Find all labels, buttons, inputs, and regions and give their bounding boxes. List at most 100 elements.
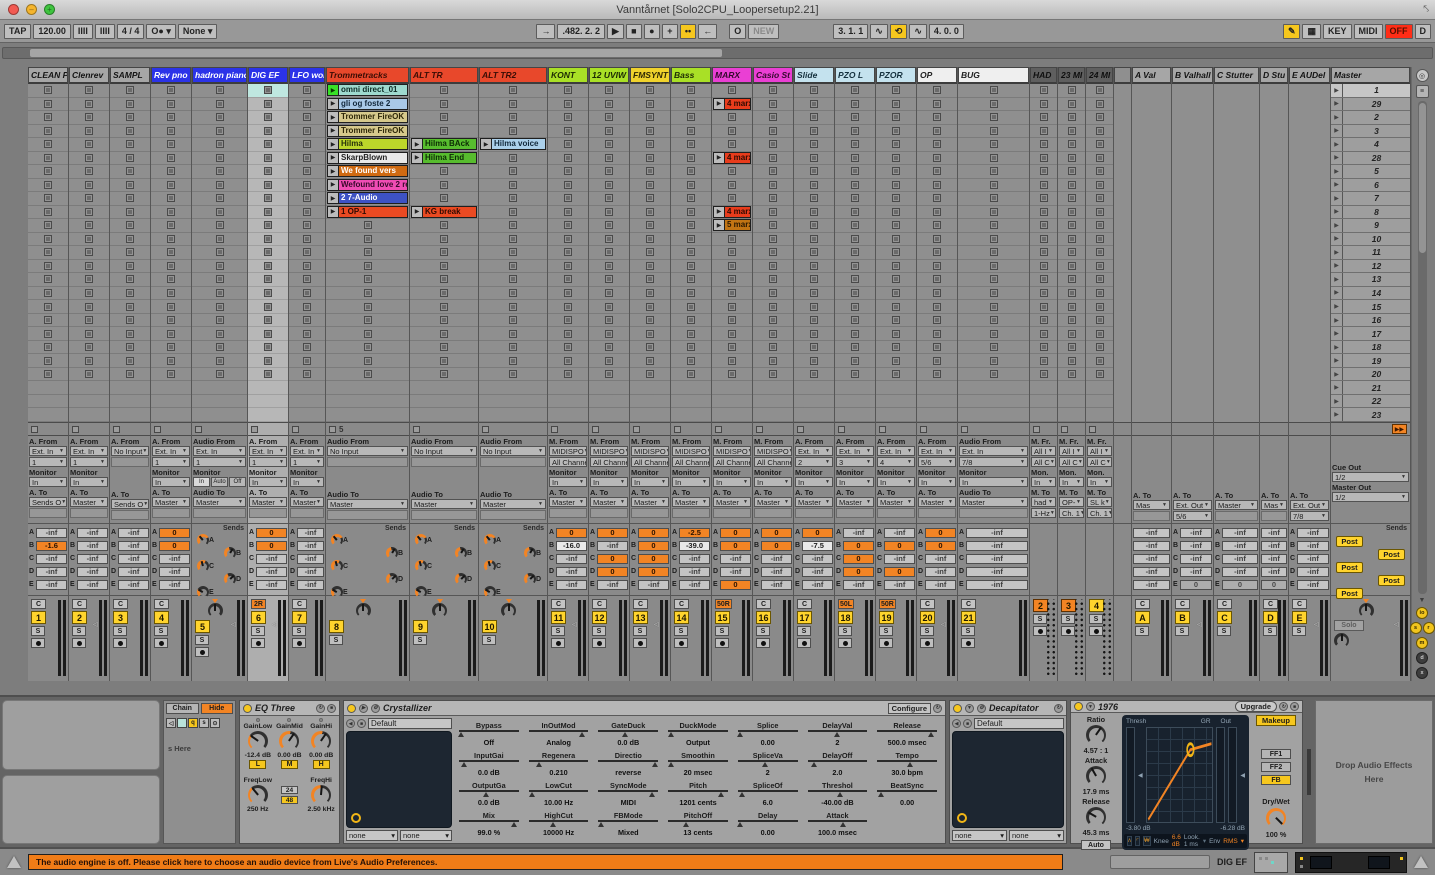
clip-slot[interactable] xyxy=(835,125,875,139)
param-value[interactable]: 2.0 xyxy=(832,768,842,777)
clip-slot[interactable] xyxy=(794,192,834,206)
send-amount[interactable]: -inf xyxy=(1297,541,1329,551)
clip-stop-button[interactable] xyxy=(769,330,777,338)
clip-stop-button[interactable] xyxy=(933,194,941,202)
clip-stop-button[interactable] xyxy=(892,303,900,311)
cue-post-button[interactable]: Post xyxy=(1336,536,1363,547)
clip-stop-button[interactable] xyxy=(44,275,52,283)
quantize-menu[interactable]: None ▾ xyxy=(178,24,218,39)
loop-button[interactable]: ⟲ xyxy=(890,24,908,39)
clip-stop-button[interactable] xyxy=(264,221,272,229)
clip-slot[interactable] xyxy=(753,273,793,287)
clip-slot[interactable] xyxy=(69,206,109,220)
param-slider-handle[interactable] xyxy=(811,762,817,767)
clip-stop-button[interactable] xyxy=(85,316,93,324)
pan-control[interactable]: 50L xyxy=(838,599,854,609)
clip-slot[interactable] xyxy=(28,246,68,260)
track-activator[interactable]: 16 xyxy=(756,611,771,624)
clip-stop-button[interactable] xyxy=(851,248,859,256)
clip-slot[interactable] xyxy=(69,125,109,139)
clip-stop-button[interactable] xyxy=(687,100,695,108)
send-amount[interactable]: -inf xyxy=(966,567,1028,577)
send-amount[interactable]: 0 xyxy=(597,567,628,577)
clip-slot[interactable] xyxy=(326,341,409,355)
solo-button[interactable]: S xyxy=(920,626,934,636)
clip-slot[interactable] xyxy=(151,165,191,179)
clip-slot[interactable] xyxy=(192,84,247,98)
clip-stop-button[interactable] xyxy=(440,316,448,324)
clip-slot[interactable] xyxy=(1030,98,1057,112)
threshold-meter[interactable] xyxy=(1126,727,1135,823)
clip-stop-button[interactable] xyxy=(1068,330,1076,338)
clip-slot[interactable] xyxy=(548,246,588,260)
track-activator[interactable]: 12 xyxy=(592,611,607,624)
solo-button[interactable]: S xyxy=(715,626,729,636)
scene-row[interactable]: ▶19 xyxy=(1331,354,1410,368)
clip-stop-button[interactable] xyxy=(1040,181,1048,189)
clip-slot[interactable] xyxy=(753,125,793,139)
clip[interactable]: ▶Hilma BAck xyxy=(411,138,477,150)
send-amount[interactable]: -inf xyxy=(802,554,833,564)
clip-stop-button[interactable] xyxy=(167,208,175,216)
threshold-value[interactable]: -3.80 dB xyxy=(1126,825,1151,832)
stop-all-clips-button[interactable] xyxy=(551,426,558,433)
clip-slot[interactable] xyxy=(548,192,588,206)
stop-all-clips-button[interactable]: ▶▶ xyxy=(1392,424,1407,434)
clip-slot[interactable] xyxy=(28,233,68,247)
clip-slot[interactable] xyxy=(1086,246,1113,260)
clip-launch-button[interactable]: ▶ xyxy=(481,139,492,149)
clip-stop-button[interactable] xyxy=(509,127,517,135)
clip-slot[interactable] xyxy=(192,111,247,125)
clip-stop-button[interactable] xyxy=(509,86,517,94)
arm-button[interactable] xyxy=(195,647,209,657)
clip-slot[interactable] xyxy=(1058,327,1085,341)
clip-slot[interactable]: ▶SkarpBlown xyxy=(326,152,409,166)
clip-stop-button[interactable] xyxy=(892,370,900,378)
clip-stop-button[interactable] xyxy=(810,86,818,94)
clip-slot[interactable] xyxy=(289,300,325,314)
clip-slot[interactable] xyxy=(589,273,629,287)
key-map-button[interactable]: KEY xyxy=(1323,24,1352,39)
clip-stop-button[interactable] xyxy=(728,248,736,256)
clip-slot[interactable] xyxy=(835,111,875,125)
clip-stop-button[interactable] xyxy=(44,303,52,311)
clip-slot[interactable] xyxy=(794,368,834,382)
clip-stop-button[interactable] xyxy=(1068,343,1076,351)
show-mixer-toggle[interactable]: m xyxy=(1416,637,1428,649)
clip-slot[interactable] xyxy=(410,125,478,139)
clip-slot[interactable] xyxy=(479,152,547,166)
clip-slot[interactable] xyxy=(794,206,834,220)
clip-stop-button[interactable] xyxy=(605,248,613,256)
clip-slot[interactable] xyxy=(589,368,629,382)
slope-48-button[interactable]: 48 xyxy=(281,796,298,804)
clip-slot[interactable] xyxy=(1030,260,1057,274)
clip-stop-button[interactable] xyxy=(216,357,224,365)
clip-stop-button[interactable] xyxy=(1096,316,1104,324)
param-slider-handle[interactable] xyxy=(718,792,724,797)
preset-prev-icon[interactable]: ◀ xyxy=(346,719,355,728)
clip-slot[interactable] xyxy=(589,138,629,152)
clip-stop-button[interactable] xyxy=(303,262,311,270)
clip-stop-button[interactable] xyxy=(264,303,272,311)
clip-stop-button[interactable] xyxy=(728,140,736,148)
clip-slot[interactable] xyxy=(917,354,957,368)
arm-button[interactable] xyxy=(292,638,306,648)
clip-slot[interactable] xyxy=(248,138,288,152)
clip-stop-button[interactable] xyxy=(264,86,272,94)
send-amount[interactable]: -2.5 xyxy=(679,528,710,538)
clip-slot[interactable] xyxy=(326,233,409,247)
clip-slot[interactable] xyxy=(289,273,325,287)
clip-slot[interactable] xyxy=(110,111,150,125)
clip-stop-button[interactable] xyxy=(892,86,900,94)
clip-stop-button[interactable] xyxy=(264,194,272,202)
clip-slot[interactable] xyxy=(110,138,150,152)
send-amount[interactable]: -inf xyxy=(843,528,874,538)
clip-stop-button[interactable] xyxy=(509,167,517,175)
clip-stop-button[interactable] xyxy=(687,330,695,338)
clip-slot[interactable] xyxy=(958,138,1029,152)
clip-stop-button[interactable] xyxy=(564,140,572,148)
clip-stop-button[interactable] xyxy=(1040,343,1048,351)
clip-slot[interactable] xyxy=(192,125,247,139)
clip-stop-button[interactable] xyxy=(769,343,777,351)
clip-stop-button[interactable] xyxy=(892,127,900,135)
